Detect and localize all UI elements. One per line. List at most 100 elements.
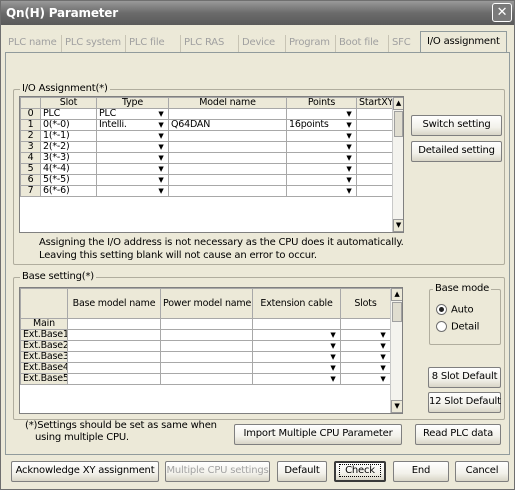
dropdown-arrow-icon[interactable]: ▼	[344, 132, 354, 141]
base-row-power-model-input[interactable]	[160, 329, 253, 341]
tab-plc-ras[interactable]: PLC RAS	[180, 35, 227, 52]
io-row-startxy-input[interactable]	[356, 141, 393, 153]
dropdown-arrow-icon[interactable]: ▼	[344, 154, 354, 163]
io-row-model-input[interactable]	[168, 174, 287, 186]
base-row-extension-cable-select[interactable]: ▼	[252, 373, 341, 385]
base-row-base-model-input[interactable]	[67, 340, 161, 352]
dropdown-arrow-icon[interactable]: ▼	[156, 110, 166, 119]
io-row-type-select[interactable]: ▼ Intelli.	[96, 119, 169, 131]
io-row-points-select[interactable]: ▼	[286, 163, 357, 175]
base-row-base-model-input[interactable]	[67, 318, 161, 330]
base-row-extension-cable-select[interactable]: ▼	[252, 351, 341, 363]
dropdown-arrow-icon[interactable]: ▼	[378, 375, 388, 384]
io-table-scrollbar[interactable]: ▲ ▼	[392, 97, 403, 232]
io-row-points-select[interactable]: ▼	[286, 141, 357, 153]
default-button[interactable]: Default	[277, 461, 327, 482]
io-row-type-select[interactable]: ▼	[96, 130, 169, 142]
base-row-slots-select[interactable]: ▼	[340, 340, 391, 352]
dropdown-arrow-icon[interactable]: ▼	[328, 353, 338, 362]
base-row-extension-cable-select[interactable]: ▼	[252, 340, 341, 352]
dropdown-arrow-icon[interactable]: ▼	[156, 176, 166, 185]
io-row-startxy-input[interactable]	[356, 108, 393, 120]
io-row-model-input[interactable]	[168, 130, 287, 142]
base-row-base-model-input[interactable]	[67, 362, 161, 374]
base-scroll-down-icon[interactable]: ▼	[391, 400, 402, 413]
io-row-startxy-input[interactable]	[356, 163, 393, 175]
dropdown-arrow-icon[interactable]: ▼	[156, 154, 166, 163]
tab-plc-name[interactable]: PLC name	[5, 35, 60, 52]
base-row-power-model-input[interactable]	[160, 351, 253, 363]
base-row-extension-cable-select[interactable]	[252, 318, 341, 330]
dropdown-arrow-icon[interactable]: ▼	[156, 165, 166, 174]
base-row-slots-select[interactable]: ▼	[340, 351, 391, 363]
base-row-slots-select[interactable]: ▼	[340, 362, 391, 374]
read-plc-data-button[interactable]: Read PLC data	[415, 424, 501, 445]
base-scroll-thumb[interactable]	[392, 302, 402, 322]
base-scroll-up-icon[interactable]: ▲	[391, 288, 402, 301]
dropdown-arrow-icon[interactable]: ▼	[156, 187, 166, 196]
dropdown-arrow-icon[interactable]: ▼	[156, 132, 166, 141]
dropdown-arrow-icon[interactable]: ▼	[156, 143, 166, 152]
detailed-setting-button[interactable]: Detailed setting	[411, 141, 502, 162]
io-row-startxy-input[interactable]	[356, 119, 393, 131]
base-row-slots-select[interactable]: ▼	[340, 329, 391, 341]
dropdown-arrow-icon[interactable]: ▼	[328, 331, 338, 340]
dropdown-arrow-icon[interactable]: ▼	[344, 165, 354, 174]
dropdown-arrow-icon[interactable]: ▼	[344, 187, 354, 196]
io-row-type-select[interactable]: ▼	[96, 152, 169, 164]
io-row-model-input[interactable]	[168, 108, 287, 120]
base-row-base-model-input[interactable]	[67, 351, 161, 363]
io-row-points-select[interactable]: ▼ 16points	[286, 119, 357, 131]
io-row-startxy-input[interactable]	[356, 152, 393, 164]
dropdown-arrow-icon[interactable]: ▼	[344, 176, 354, 185]
close-icon[interactable]: ✕	[492, 3, 512, 22]
base-mode-detail-radio[interactable]: Detail	[436, 321, 479, 333]
dropdown-arrow-icon[interactable]: ▼	[378, 353, 388, 362]
cancel-button[interactable]: Cancel	[455, 461, 509, 482]
io-row-type-select[interactable]: ▼	[96, 141, 169, 153]
base-mode-auto-radio[interactable]: Auto	[436, 304, 474, 316]
tab-program[interactable]: Program	[285, 35, 333, 52]
8-slot-default-button[interactable]: 8 Slot Default	[428, 367, 501, 388]
scroll-thumb[interactable]	[394, 111, 403, 137]
base-row-extension-cable-select[interactable]: ▼	[252, 329, 341, 341]
io-row-startxy-input[interactable]	[356, 130, 393, 142]
12-slot-default-button[interactable]: 12 Slot Default	[428, 392, 501, 413]
base-row-power-model-input[interactable]	[160, 340, 253, 352]
io-row-type-select[interactable]: ▼	[96, 174, 169, 186]
dropdown-arrow-icon[interactable]: ▼	[378, 342, 388, 351]
io-row-model-input[interactable]	[168, 141, 287, 153]
io-row-points-select[interactable]: ▼	[286, 130, 357, 142]
switch-setting-button[interactable]: Switch setting	[411, 115, 502, 136]
base-row-slots-select[interactable]: ▼	[340, 373, 391, 385]
tab-plc-system[interactable]: PLC system	[61, 35, 124, 52]
io-row-points-select[interactable]: ▼	[286, 108, 357, 120]
io-row-type-select[interactable]: ▼	[96, 163, 169, 175]
radio-unselected-icon[interactable]	[436, 321, 447, 332]
io-row-points-select[interactable]: ▼	[286, 174, 357, 186]
base-row-base-model-input[interactable]	[67, 329, 161, 341]
io-row-type-select[interactable]: ▼ PLC	[96, 108, 169, 120]
io-row-type-select[interactable]: ▼	[96, 185, 169, 197]
base-row-power-model-input[interactable]	[160, 373, 253, 385]
import-multiple-cpu-parameter-button[interactable]: Import Multiple CPU Parameter	[234, 424, 402, 445]
io-row-startxy-input[interactable]	[356, 174, 393, 186]
dropdown-arrow-icon[interactable]: ▼	[328, 375, 338, 384]
io-row-startxy-input[interactable]	[356, 185, 393, 197]
dropdown-arrow-icon[interactable]: ▼	[344, 121, 354, 130]
tab-sfc[interactable]: SFC	[388, 35, 413, 52]
acknowledge-xy-assignment-button[interactable]: Acknowledge XY assignment	[11, 461, 159, 482]
radio-selected-icon[interactable]	[436, 304, 447, 315]
io-row-model-input[interactable]: Q64DAN	[168, 119, 287, 131]
dropdown-arrow-icon[interactable]: ▼	[328, 342, 338, 351]
scroll-down-icon[interactable]: ▼	[393, 219, 403, 232]
io-row-model-input[interactable]	[168, 163, 287, 175]
end-button[interactable]: End	[393, 461, 449, 482]
io-row-model-input[interactable]	[168, 185, 287, 197]
base-table-scrollbar[interactable]: ▲ ▼	[390, 288, 402, 413]
dropdown-arrow-icon[interactable]: ▼	[156, 121, 166, 130]
dropdown-arrow-icon[interactable]: ▼	[378, 364, 388, 373]
scroll-up-icon[interactable]: ▲	[393, 97, 403, 110]
dropdown-arrow-icon[interactable]: ▼	[344, 143, 354, 152]
check-button[interactable]: Check	[334, 461, 386, 482]
